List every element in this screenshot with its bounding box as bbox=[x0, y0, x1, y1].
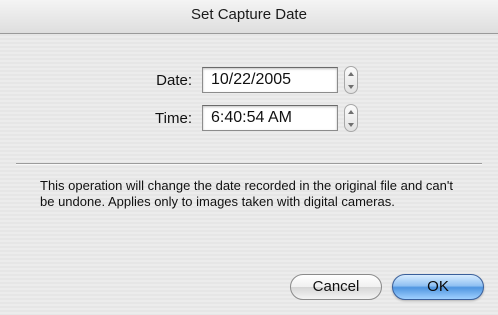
warning-message: This operation will change the date reco… bbox=[40, 178, 453, 209]
time-stepper-down[interactable] bbox=[345, 118, 357, 131]
time-stepper[interactable] bbox=[344, 104, 358, 132]
separator bbox=[16, 163, 482, 165]
dialog-title: Set Capture Date bbox=[191, 6, 307, 23]
chevron-up-icon bbox=[348, 71, 354, 76]
date-field[interactable] bbox=[202, 67, 338, 93]
date-stepper-down[interactable] bbox=[345, 80, 357, 93]
time-field[interactable] bbox=[202, 105, 338, 131]
set-capture-date-dialog: Set Capture Date Date: Time: This operat… bbox=[0, 0, 498, 315]
chevron-down-icon bbox=[348, 84, 354, 89]
date-stepper[interactable] bbox=[344, 66, 358, 94]
ok-button[interactable]: OK bbox=[392, 274, 484, 300]
chevron-up-icon bbox=[348, 109, 354, 114]
date-stepper-up[interactable] bbox=[345, 67, 357, 80]
chevron-down-icon bbox=[348, 122, 354, 127]
title-bar: Set Capture Date bbox=[0, 0, 498, 34]
cancel-button[interactable]: Cancel bbox=[290, 274, 382, 300]
date-label: Date: bbox=[156, 72, 192, 89]
time-stepper-up[interactable] bbox=[345, 105, 357, 118]
time-label: Time: bbox=[155, 110, 192, 127]
